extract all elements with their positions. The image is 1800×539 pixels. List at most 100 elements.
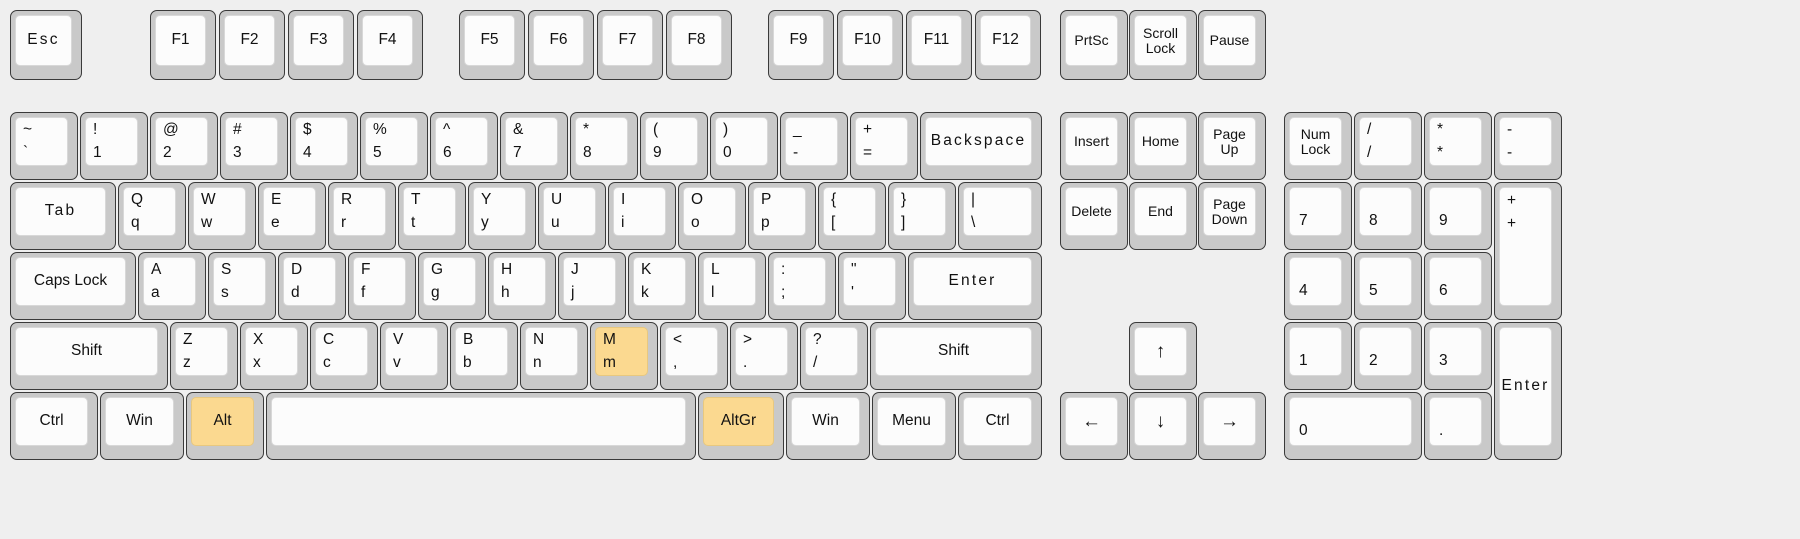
key-arrow-left[interactable]: ← — [1060, 392, 1128, 460]
key-numpad-3[interactable]: 3 — [1424, 322, 1492, 390]
key-f2[interactable]: F2 — [219, 10, 285, 80]
key-numpad-4[interactable]: 4 — [1284, 252, 1352, 320]
key-key-j[interactable]: Jj — [558, 252, 626, 320]
key-enter[interactable]: Enter — [908, 252, 1042, 320]
key-numpad-5[interactable]: 5 — [1354, 252, 1422, 320]
key-numpad-divide[interactable]: / / — [1354, 112, 1422, 180]
key-slash[interactable]: ? / — [800, 322, 868, 390]
key-f3[interactable]: F3 — [288, 10, 354, 80]
key-key-l[interactable]: Ll — [698, 252, 766, 320]
key-home[interactable]: Home — [1129, 112, 1197, 180]
key-tab[interactable]: Tab — [10, 182, 116, 250]
key-numpad-multiply[interactable]: * * — [1424, 112, 1492, 180]
key-esc[interactable]: Esc — [10, 10, 82, 80]
key-f11[interactable]: F11 — [906, 10, 972, 80]
key-digit-7[interactable]: & 7 — [500, 112, 568, 180]
key-key-i[interactable]: Ii — [608, 182, 676, 250]
key-alt-gr[interactable]: AltGr — [698, 392, 784, 460]
key-period[interactable]: >. — [730, 322, 798, 390]
key-numpad-decimal[interactable]: . — [1424, 392, 1492, 460]
key-backspace[interactable]: Backspace — [920, 112, 1042, 180]
key-key-s[interactable]: Ss — [208, 252, 276, 320]
key-f9[interactable]: F9 — [768, 10, 834, 80]
key-ctrl-left[interactable]: Ctrl — [10, 392, 98, 460]
key-key-g[interactable]: Gg — [418, 252, 486, 320]
key-key-n[interactable]: Nn — [520, 322, 588, 390]
key-digit-8[interactable]: * 8 — [570, 112, 638, 180]
key-numpad-2[interactable]: 2 — [1354, 322, 1422, 390]
key-insert[interactable]: Insert — [1060, 112, 1128, 180]
key-digit-9[interactable]: (9 — [640, 112, 708, 180]
key-key-q[interactable]: Qq — [118, 182, 186, 250]
key-shift-right[interactable]: Shift — [870, 322, 1042, 390]
key-delete[interactable]: Delete — [1060, 182, 1128, 250]
key-key-u[interactable]: Uu — [538, 182, 606, 250]
key-numpad-subtract[interactable]: -- — [1494, 112, 1562, 180]
key-numpad-enter[interactable]: Enter — [1494, 322, 1562, 460]
key-digit-5[interactable]: % 5 — [360, 112, 428, 180]
key-shift-left[interactable]: Shift — [10, 322, 168, 390]
key-key-x[interactable]: Xx — [240, 322, 308, 390]
key-semicolon[interactable]: :; — [768, 252, 836, 320]
key-digit-0[interactable]: ) 0 — [710, 112, 778, 180]
key-key-e[interactable]: Ee — [258, 182, 326, 250]
key-minus[interactable]: _ - — [780, 112, 848, 180]
key-key-f[interactable]: Ff — [348, 252, 416, 320]
key-f8[interactable]: F8 — [666, 10, 732, 80]
key-key-t[interactable]: Tt — [398, 182, 466, 250]
key-digit-2[interactable]: @2 — [150, 112, 218, 180]
key-page-up[interactable]: Page Up — [1198, 112, 1266, 180]
key-numpad-8[interactable]: 8 — [1354, 182, 1422, 250]
key-arrow-down[interactable]: ↓ — [1129, 392, 1197, 460]
key-f10[interactable]: F10 — [837, 10, 903, 80]
key-end[interactable]: End — [1129, 182, 1197, 250]
key-numpad-6[interactable]: 6 — [1424, 252, 1492, 320]
key-digit-3[interactable]: #3 — [220, 112, 288, 180]
key-numpad-1[interactable]: 1 — [1284, 322, 1352, 390]
key-caps-lock[interactable]: Caps Lock — [10, 252, 136, 320]
key-menu[interactable]: Menu — [872, 392, 956, 460]
key-num-lock[interactable]: Num Lock — [1284, 112, 1352, 180]
key-key-o[interactable]: Oo — [678, 182, 746, 250]
key-key-a[interactable]: Aa — [138, 252, 206, 320]
key-digit-6[interactable]: ^ 6 — [430, 112, 498, 180]
key-key-h[interactable]: Hh — [488, 252, 556, 320]
key-key-z[interactable]: Zz — [170, 322, 238, 390]
key-comma[interactable]: <, — [660, 322, 728, 390]
key-pause[interactable]: Pause — [1198, 10, 1266, 80]
key-digit-1[interactable]: ! 1 — [80, 112, 148, 180]
key-print-screen[interactable]: PrtSc — [1060, 10, 1128, 80]
key-backquote[interactable]: ~ ` — [10, 112, 78, 180]
key-digit-4[interactable]: $4 — [290, 112, 358, 180]
key-f4[interactable]: F4 — [357, 10, 423, 80]
key-arrow-up[interactable]: ↑ — [1129, 322, 1197, 390]
key-ctrl-right[interactable]: Ctrl — [958, 392, 1042, 460]
key-key-v[interactable]: Vv — [380, 322, 448, 390]
key-numpad-9[interactable]: 9 — [1424, 182, 1492, 250]
key-key-d[interactable]: Dd — [278, 252, 346, 320]
key-f5[interactable]: F5 — [459, 10, 525, 80]
key-key-p[interactable]: Pp — [748, 182, 816, 250]
key-numpad-add[interactable]: + + — [1494, 182, 1562, 320]
key-key-b[interactable]: Bb — [450, 322, 518, 390]
key-f7[interactable]: F7 — [597, 10, 663, 80]
key-numpad-0[interactable]: 0 — [1284, 392, 1422, 460]
key-key-r[interactable]: Rr — [328, 182, 396, 250]
key-bracket-right[interactable]: }] — [888, 182, 956, 250]
key-space[interactable] — [266, 392, 696, 460]
key-f1[interactable]: F1 — [150, 10, 216, 80]
key-key-k[interactable]: Kk — [628, 252, 696, 320]
key-equal[interactable]: + = — [850, 112, 918, 180]
key-f12[interactable]: F12 — [975, 10, 1041, 80]
key-quote[interactable]: " ' — [838, 252, 906, 320]
key-page-down[interactable]: Page Down — [1198, 182, 1266, 250]
key-key-m[interactable]: Mm — [590, 322, 658, 390]
key-f6[interactable]: F6 — [528, 10, 594, 80]
key-key-c[interactable]: Cc — [310, 322, 378, 390]
key-key-y[interactable]: Yy — [468, 182, 536, 250]
key-backslash[interactable]: | \ — [958, 182, 1042, 250]
key-scroll-lock[interactable]: Scroll Lock — [1129, 10, 1197, 80]
key-bracket-left[interactable]: {[ — [818, 182, 886, 250]
key-win-left[interactable]: Win — [100, 392, 184, 460]
key-alt-left[interactable]: Alt — [186, 392, 264, 460]
